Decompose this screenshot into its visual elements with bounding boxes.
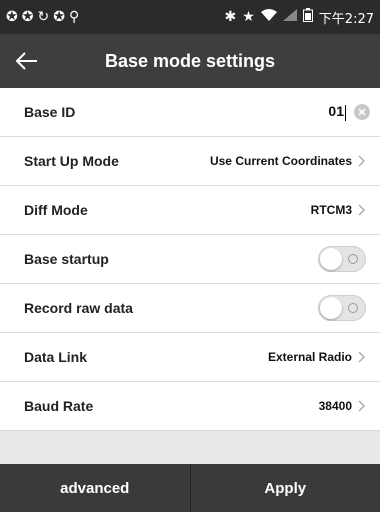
settings-list: Base ID 01 Start Up Mode Use Current Coo… (0, 88, 380, 431)
toggle-off-icon (348, 254, 358, 264)
text-cursor (345, 104, 346, 121)
start-up-mode-label: Start Up Mode (24, 153, 119, 169)
diff-mode-value: RTCM3 (310, 203, 352, 217)
wifi-icon (260, 8, 277, 26)
data-link-value: External Radio (267, 350, 352, 364)
base-id-label: Base ID (24, 104, 76, 120)
record-raw-data-row: Record raw data (0, 284, 380, 333)
diff-mode-row[interactable]: Diff Mode RTCM3 (0, 186, 380, 235)
status-right-icons: ✱ ★ 下午2:27 (224, 7, 374, 27)
baud-rate-label: Baud Rate (24, 398, 94, 414)
star-icon: ★ (242, 9, 255, 25)
back-button[interactable] (12, 47, 42, 75)
notification-icon: ✪ (53, 9, 65, 25)
sync-icon: ↻ (37, 9, 50, 25)
page-title: Base mode settings (104, 50, 276, 71)
advanced-button[interactable]: advanced (0, 464, 190, 512)
toggle-knob (320, 297, 342, 319)
status-time: 下午2:27 (318, 11, 374, 27)
location-pin-icon: ⚲ (68, 9, 80, 25)
base-id-row[interactable]: Base ID 01 (0, 88, 380, 137)
status-left-icons: ✪ ✪ ↻ ✪ ⚲ (6, 10, 225, 24)
clear-icon[interactable] (354, 104, 370, 120)
signal-icon (282, 8, 297, 26)
data-link-row[interactable]: Data Link External Radio (0, 333, 380, 382)
base-id-input[interactable]: 01 (328, 103, 346, 121)
chevron-right-icon (358, 350, 370, 364)
battery-icon (302, 7, 313, 27)
baud-rate-row[interactable]: Baud Rate 38400 (0, 382, 380, 431)
base-startup-label: Base startup (24, 251, 109, 267)
toggle-off-icon (348, 303, 358, 313)
record-raw-data-toggle[interactable] (318, 295, 366, 321)
toggle-knob (320, 248, 342, 270)
record-raw-data-label: Record raw data (24, 300, 133, 316)
notification-icon: ✪ (21, 9, 34, 25)
baud-rate-value: 38400 (318, 399, 352, 413)
data-link-label: Data Link (24, 349, 88, 365)
chevron-right-icon (358, 154, 370, 168)
start-up-mode-row[interactable]: Start Up Mode Use Current Coordinates (0, 137, 380, 186)
bluetooth-icon: ✱ (224, 9, 237, 25)
bottom-action-bar: advanced Apply (0, 464, 380, 512)
base-startup-toggle[interactable] (318, 246, 366, 272)
title-bar: Base mode settings (0, 34, 380, 88)
start-up-mode-value: Use Current Coordinates (209, 154, 352, 168)
base-startup-row: Base startup (0, 235, 380, 284)
apply-button[interactable]: Apply (191, 464, 380, 512)
notification-icon: ✪ (6, 9, 18, 25)
status-bar: ✪ ✪ ↻ ✪ ⚲ ✱ ★ 下午2:27 (0, 0, 380, 34)
arrow-left-icon (15, 52, 37, 70)
diff-mode-label: Diff Mode (24, 202, 88, 218)
chevron-right-icon (358, 399, 370, 413)
base-id-value: 01 (328, 103, 344, 120)
chevron-right-icon (358, 203, 370, 217)
